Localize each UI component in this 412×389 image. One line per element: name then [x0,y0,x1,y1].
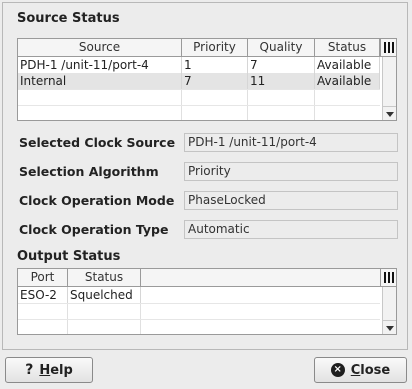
table-row[interactable]: PDH-1 /unit-11/port-4 1 7 Available [18,57,380,73]
close-button-label: Close [350,362,391,378]
vertical-scrollbar[interactable] [382,287,396,334]
row-divider [18,105,380,106]
column-chooser-icon[interactable] [380,39,396,57]
selection-algorithm-label: Selection Algorithm [19,164,159,179]
table-row[interactable]: ESO-2 Squelched [18,287,380,303]
selected-clock-source-label: Selected Clock Source [19,135,176,150]
cell-quality: 11 [248,73,315,89]
close-button[interactable]: × Close [314,357,407,383]
table-row[interactable]: Internal 7 11 Available [18,73,380,89]
selected-clock-source-field: PDH-1 /unit-11/port-4 [184,133,398,152]
clock-operation-mode-field: PhaseLocked [184,191,398,210]
help-button[interactable]: ? Help [5,357,93,383]
cell-status: Available [315,57,380,73]
cell-status: Available [315,73,380,89]
scroll-down-icon[interactable] [383,320,396,334]
cell-source: Internal [18,73,182,89]
clock-operation-type-label: Clock Operation Type [19,222,169,237]
source-status-header: Source Priority Quality Status [18,39,380,57]
col-header-status[interactable]: Status [315,39,380,56]
row-divider [18,319,380,320]
row-divider [18,303,380,304]
source-status-title: Source Status [17,11,120,26]
help-button-label: Help [39,362,73,378]
cell-source: PDH-1 /unit-11/port-4 [18,57,182,73]
col-header-quality[interactable]: Quality [248,39,315,56]
cell-priority: 7 [182,73,248,89]
dialog-content: Source Status Source Priority Quality St… [2,2,408,350]
col-header-port[interactable]: Port [18,269,68,286]
question-mark-icon: ? [25,362,34,378]
col-header-priority[interactable]: Priority [182,39,248,56]
cell-port: ESO-2 [18,287,68,303]
close-icon: × [330,363,345,377]
cell-priority: 1 [182,57,248,73]
cell-quality: 7 [248,57,315,73]
vertical-scrollbar[interactable] [382,57,396,120]
clock-operation-mode-label: Clock Operation Mode [19,193,175,208]
output-status-header: Port Status [18,269,380,287]
col-header-status[interactable]: Status [68,269,141,286]
selection-algorithm-field: Priority [184,162,398,181]
clock-operation-type-field: Automatic [184,220,398,239]
output-status-title: Output Status [17,249,121,264]
output-status-table[interactable]: Port Status ESO-2 Squelched [17,268,397,335]
row-divider [18,89,380,90]
scroll-down-icon[interactable] [383,106,396,120]
column-chooser-icon[interactable] [380,269,396,287]
col-header-source[interactable]: Source [18,39,182,56]
source-status-table[interactable]: Source Priority Quality Status PDH-1 /un… [17,38,397,121]
cell-status: Squelched [68,287,141,303]
